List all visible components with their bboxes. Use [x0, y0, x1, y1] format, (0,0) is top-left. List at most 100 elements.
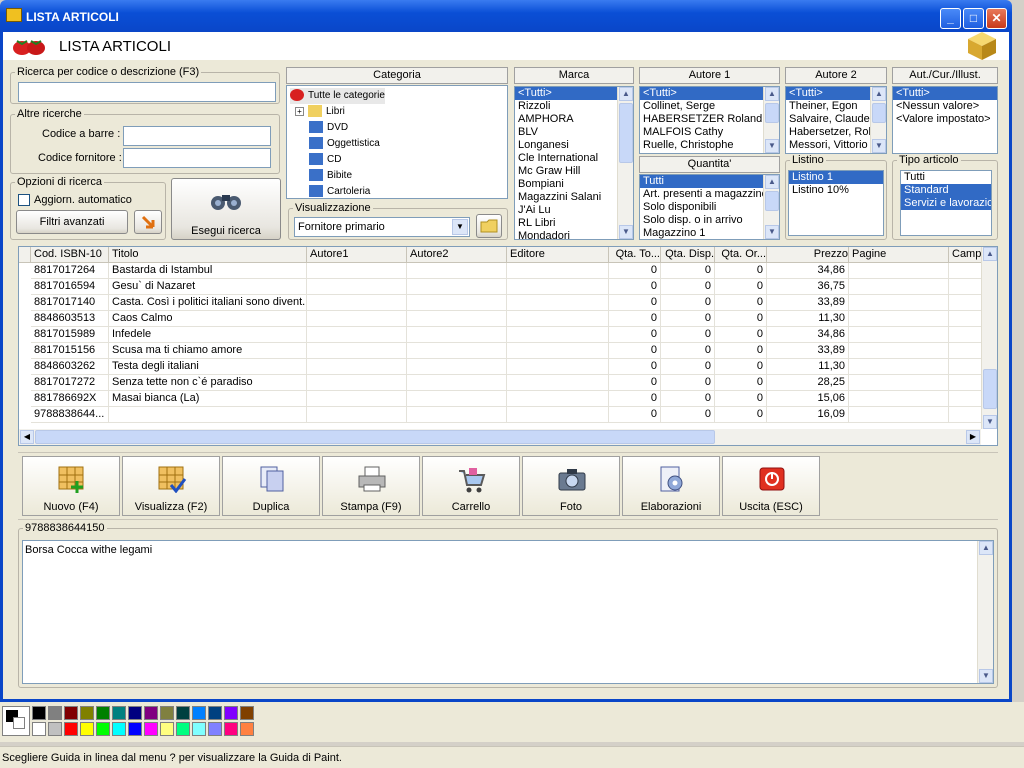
marca-item[interactable]: Mc Graw Hill: [515, 165, 633, 178]
category-item-oggettistica[interactable]: Oggettistica: [309, 136, 380, 152]
scroll-up-icon[interactable]: ▲: [979, 541, 993, 555]
marca-item[interactable]: RL Libri: [515, 217, 633, 230]
table-row[interactable]: 8817017140 Casta. Così i politici italian…: [19, 295, 985, 311]
scroll-down-icon[interactable]: ▼: [983, 415, 997, 429]
marca-item[interactable]: Bompiani: [515, 178, 633, 191]
marca-item[interactable]: Magazzini Salani: [515, 191, 633, 204]
quantita-item[interactable]: Art. presenti a magazzino: [640, 188, 779, 201]
category-item-bibite[interactable]: Bibite: [309, 168, 352, 184]
minimize-button[interactable]: _: [940, 8, 961, 29]
item-type-list[interactable]: TuttiStandardServizi e lavorazioni: [900, 170, 992, 236]
color-swatch[interactable]: [144, 722, 158, 736]
autore1-item[interactable]: MALFOIS Cathy: [640, 126, 779, 139]
column-header[interactable]: Campo: [949, 247, 985, 263]
column-header[interactable]: Pagine: [849, 247, 949, 263]
table-row[interactable]: 8817017264 Bastarda di Istambul 0 0 0 34,86: [19, 263, 985, 279]
scroll-thumb[interactable]: [765, 103, 779, 123]
column-header[interactable]: Cod. ISBN-10: [31, 247, 109, 263]
color-swatch[interactable]: [176, 722, 190, 736]
scroll-thumb[interactable]: [872, 103, 886, 123]
chevron-down-icon[interactable]: ▼: [452, 219, 468, 235]
table-row[interactable]: 881786692X Masai bianca (La) 0 0 0 15,06: [19, 391, 985, 407]
color-swatch[interactable]: [208, 722, 222, 736]
color-swatch[interactable]: [128, 706, 142, 720]
expand-icon[interactable]: +: [295, 106, 304, 116]
table-row[interactable]: 8817015989 Infedele 0 0 0 34,86: [19, 327, 985, 343]
category-tree[interactable]: Tutte le categorie + Libri DVD Oggettisti…: [286, 85, 508, 199]
scroll-up-icon[interactable]: ▲: [619, 87, 633, 101]
barcode-input[interactable]: [123, 126, 271, 146]
autore1-item[interactable]: HABERSETZER Roland: [640, 113, 779, 126]
price-list[interactable]: Listino 1 Listino 10%: [788, 170, 884, 236]
scroll-up-icon[interactable]: ▲: [872, 87, 886, 101]
tipo-item[interactable]: Servizi e lavorazioni: [901, 197, 991, 210]
quantity-list[interactable]: Tutti Art. presenti a magazzino Solo dispo…: [639, 174, 780, 240]
supplier-code-input[interactable]: [123, 148, 271, 168]
scroll-thumb[interactable]: [35, 430, 715, 444]
column-header[interactable]: Editore: [507, 247, 609, 263]
filter-arrow-button[interactable]: [134, 210, 162, 234]
category-item-cartoleria[interactable]: Cartoleria: [309, 184, 370, 198]
table-row[interactable]: 8817016594 Gesu` di Nazaret 0 0 0 36,75: [19, 279, 985, 295]
scroll-thumb[interactable]: [619, 103, 633, 163]
marca-item[interactable]: Longanesi: [515, 139, 633, 152]
auto-update-checkbox[interactable]: [18, 194, 30, 206]
color-swatch[interactable]: [64, 706, 78, 720]
category-item-libri[interactable]: + Libri: [295, 104, 345, 120]
marca-item[interactable]: Mondadori: [515, 230, 633, 239]
author2-list[interactable]: <Tutti> Theiner, Egon Salvaire, Claude Habe…: [785, 86, 887, 154]
marca-item[interactable]: J'Ai Lu: [515, 204, 633, 217]
detail-text[interactable]: Borsa Cocca withe legami ▲ ▼: [22, 540, 994, 684]
advanced-filters-button[interactable]: Filtri avanzati: [16, 210, 128, 234]
code-search-input[interactable]: [18, 82, 276, 102]
color-swatch[interactable]: [96, 722, 110, 736]
color-swatch[interactable]: [48, 706, 62, 720]
marca-item[interactable]: <Tutti>: [515, 87, 633, 100]
table-row[interactable]: 8848603513 Caos Calmo 0 0 0 11,30: [19, 311, 985, 327]
scroll-down-icon[interactable]: ▼: [765, 139, 779, 153]
scroll-left-icon[interactable]: ◀: [20, 430, 34, 444]
color-swatch[interactable]: [144, 706, 158, 720]
category-item-all[interactable]: Tutte le categorie: [290, 88, 385, 104]
tipo-item[interactable]: Standard: [901, 184, 991, 197]
category-item-dvd[interactable]: DVD: [309, 120, 348, 136]
color-swatch[interactable]: [160, 706, 174, 720]
brand-list[interactable]: <Tutti> Rizzoli AMPHORA BLV Longanesi Cle Int…: [514, 86, 634, 240]
quantita-item[interactable]: Solo disp. o in arrivo: [640, 214, 779, 227]
autcur-item[interactable]: <Tutti>: [893, 87, 997, 100]
articles-table[interactable]: Cod. ISBN-10 Titolo Autore1 Autore2 Editore Q…: [18, 246, 998, 446]
scroll-thumb[interactable]: [983, 369, 997, 409]
color-swatch[interactable]: [48, 722, 62, 736]
color-swatch[interactable]: [112, 722, 126, 736]
autcur-item[interactable]: <Nessun valore>: [893, 100, 997, 113]
table-row[interactable]: 9788838644... 0 0 0 16,09: [19, 407, 985, 423]
marca-item[interactable]: Rizzoli: [515, 100, 633, 113]
marca-item[interactable]: BLV: [515, 126, 633, 139]
column-header[interactable]: Titolo: [109, 247, 307, 263]
elaborazioni-button[interactable]: Elaborazioni: [622, 456, 720, 516]
autcur-item[interactable]: <Valore impostato>: [893, 113, 997, 126]
color-swatch[interactable]: [128, 722, 142, 736]
column-header[interactable]: Autore2: [407, 247, 507, 263]
color-swatch[interactable]: [80, 706, 94, 720]
visualizza-button[interactable]: Visualizza (F2): [122, 456, 220, 516]
marca-item[interactable]: AMPHORA: [515, 113, 633, 126]
maximize-button[interactable]: □: [963, 8, 984, 29]
scroll-down-icon[interactable]: ▼: [979, 669, 993, 683]
color-swatch[interactable]: [32, 706, 46, 720]
color-swatch[interactable]: [240, 722, 254, 736]
category-item-cd[interactable]: CD: [309, 152, 341, 168]
marca-item[interactable]: Cle International: [515, 152, 633, 165]
carrello-button[interactable]: Carrello: [422, 456, 520, 516]
column-header[interactable]: Qta. Disp.: [661, 247, 715, 263]
color-swatch[interactable]: [64, 722, 78, 736]
scroll-right-icon[interactable]: ▶: [966, 430, 980, 444]
view-select[interactable]: Fornitore primario ▼: [294, 217, 470, 237]
scroll-down-icon[interactable]: ▼: [765, 225, 779, 239]
color-swatch[interactable]: [176, 706, 190, 720]
scroll-up-icon[interactable]: ▲: [983, 247, 997, 261]
column-header[interactable]: Qta. Or...: [715, 247, 767, 263]
color-swatch[interactable]: [192, 706, 206, 720]
table-row[interactable]: 8817017272 Senza tette non c`é paradiso 0 0…: [19, 375, 985, 391]
current-colors[interactable]: [2, 706, 30, 736]
